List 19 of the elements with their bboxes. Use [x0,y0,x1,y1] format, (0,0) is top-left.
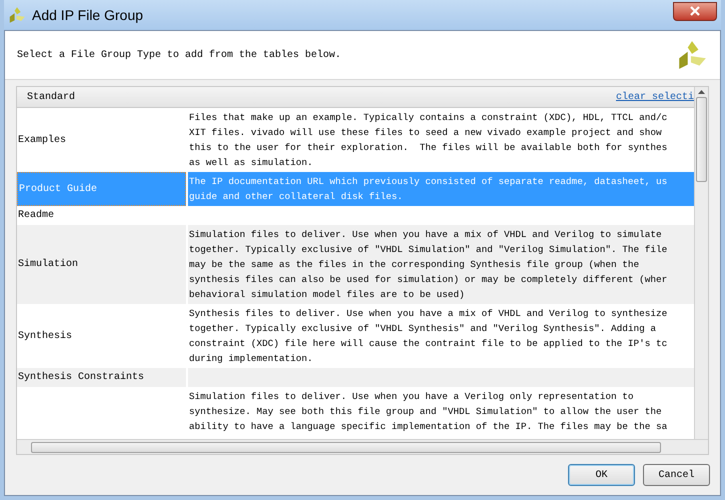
vertical-scrollbar[interactable] [694,87,708,439]
scrollbar-thumb[interactable] [31,442,661,452]
close-icon [690,6,700,16]
close-button[interactable] [673,2,717,20]
description-cell: Simulation files to deliver. Use when you have a mix of VHDL and Verilog to simulate together. Typically exclusive of "VHDL Simulation" and "Verilog Simulation". The file may be the same as the files in the corresponding Synthesis file group (when the synthesis files can also be used for simulation) or may be completely different (wher behavioral simulation model files are to be used) [188,225,694,304]
scroll-up-arrow-icon[interactable] [698,90,705,94]
scrollbar-thumb[interactable] [696,97,707,182]
group-name-cell[interactable]: Simulation [17,225,186,304]
brand-logo-icon [676,39,708,71]
app-logo-icon [8,6,26,24]
description-cell: The IP documentation URL which previously consisted of separate readme, datasheet, us guide and other collateral disk files. [188,172,694,206]
table-header: Standard [27,90,76,104]
instruction-text: Select a File Group Type to add from the tables below. [17,48,342,62]
group-name-cell[interactable]: Synthesis Constraints [17,368,186,387]
cancel-button[interactable]: Cancel [643,464,710,486]
horizontal-scrollbar[interactable] [17,439,708,454]
window-title: Add IP File Group [32,6,144,25]
ok-button[interactable]: OK [568,464,635,486]
clear-selection-link[interactable]: clear selecti [616,90,694,104]
